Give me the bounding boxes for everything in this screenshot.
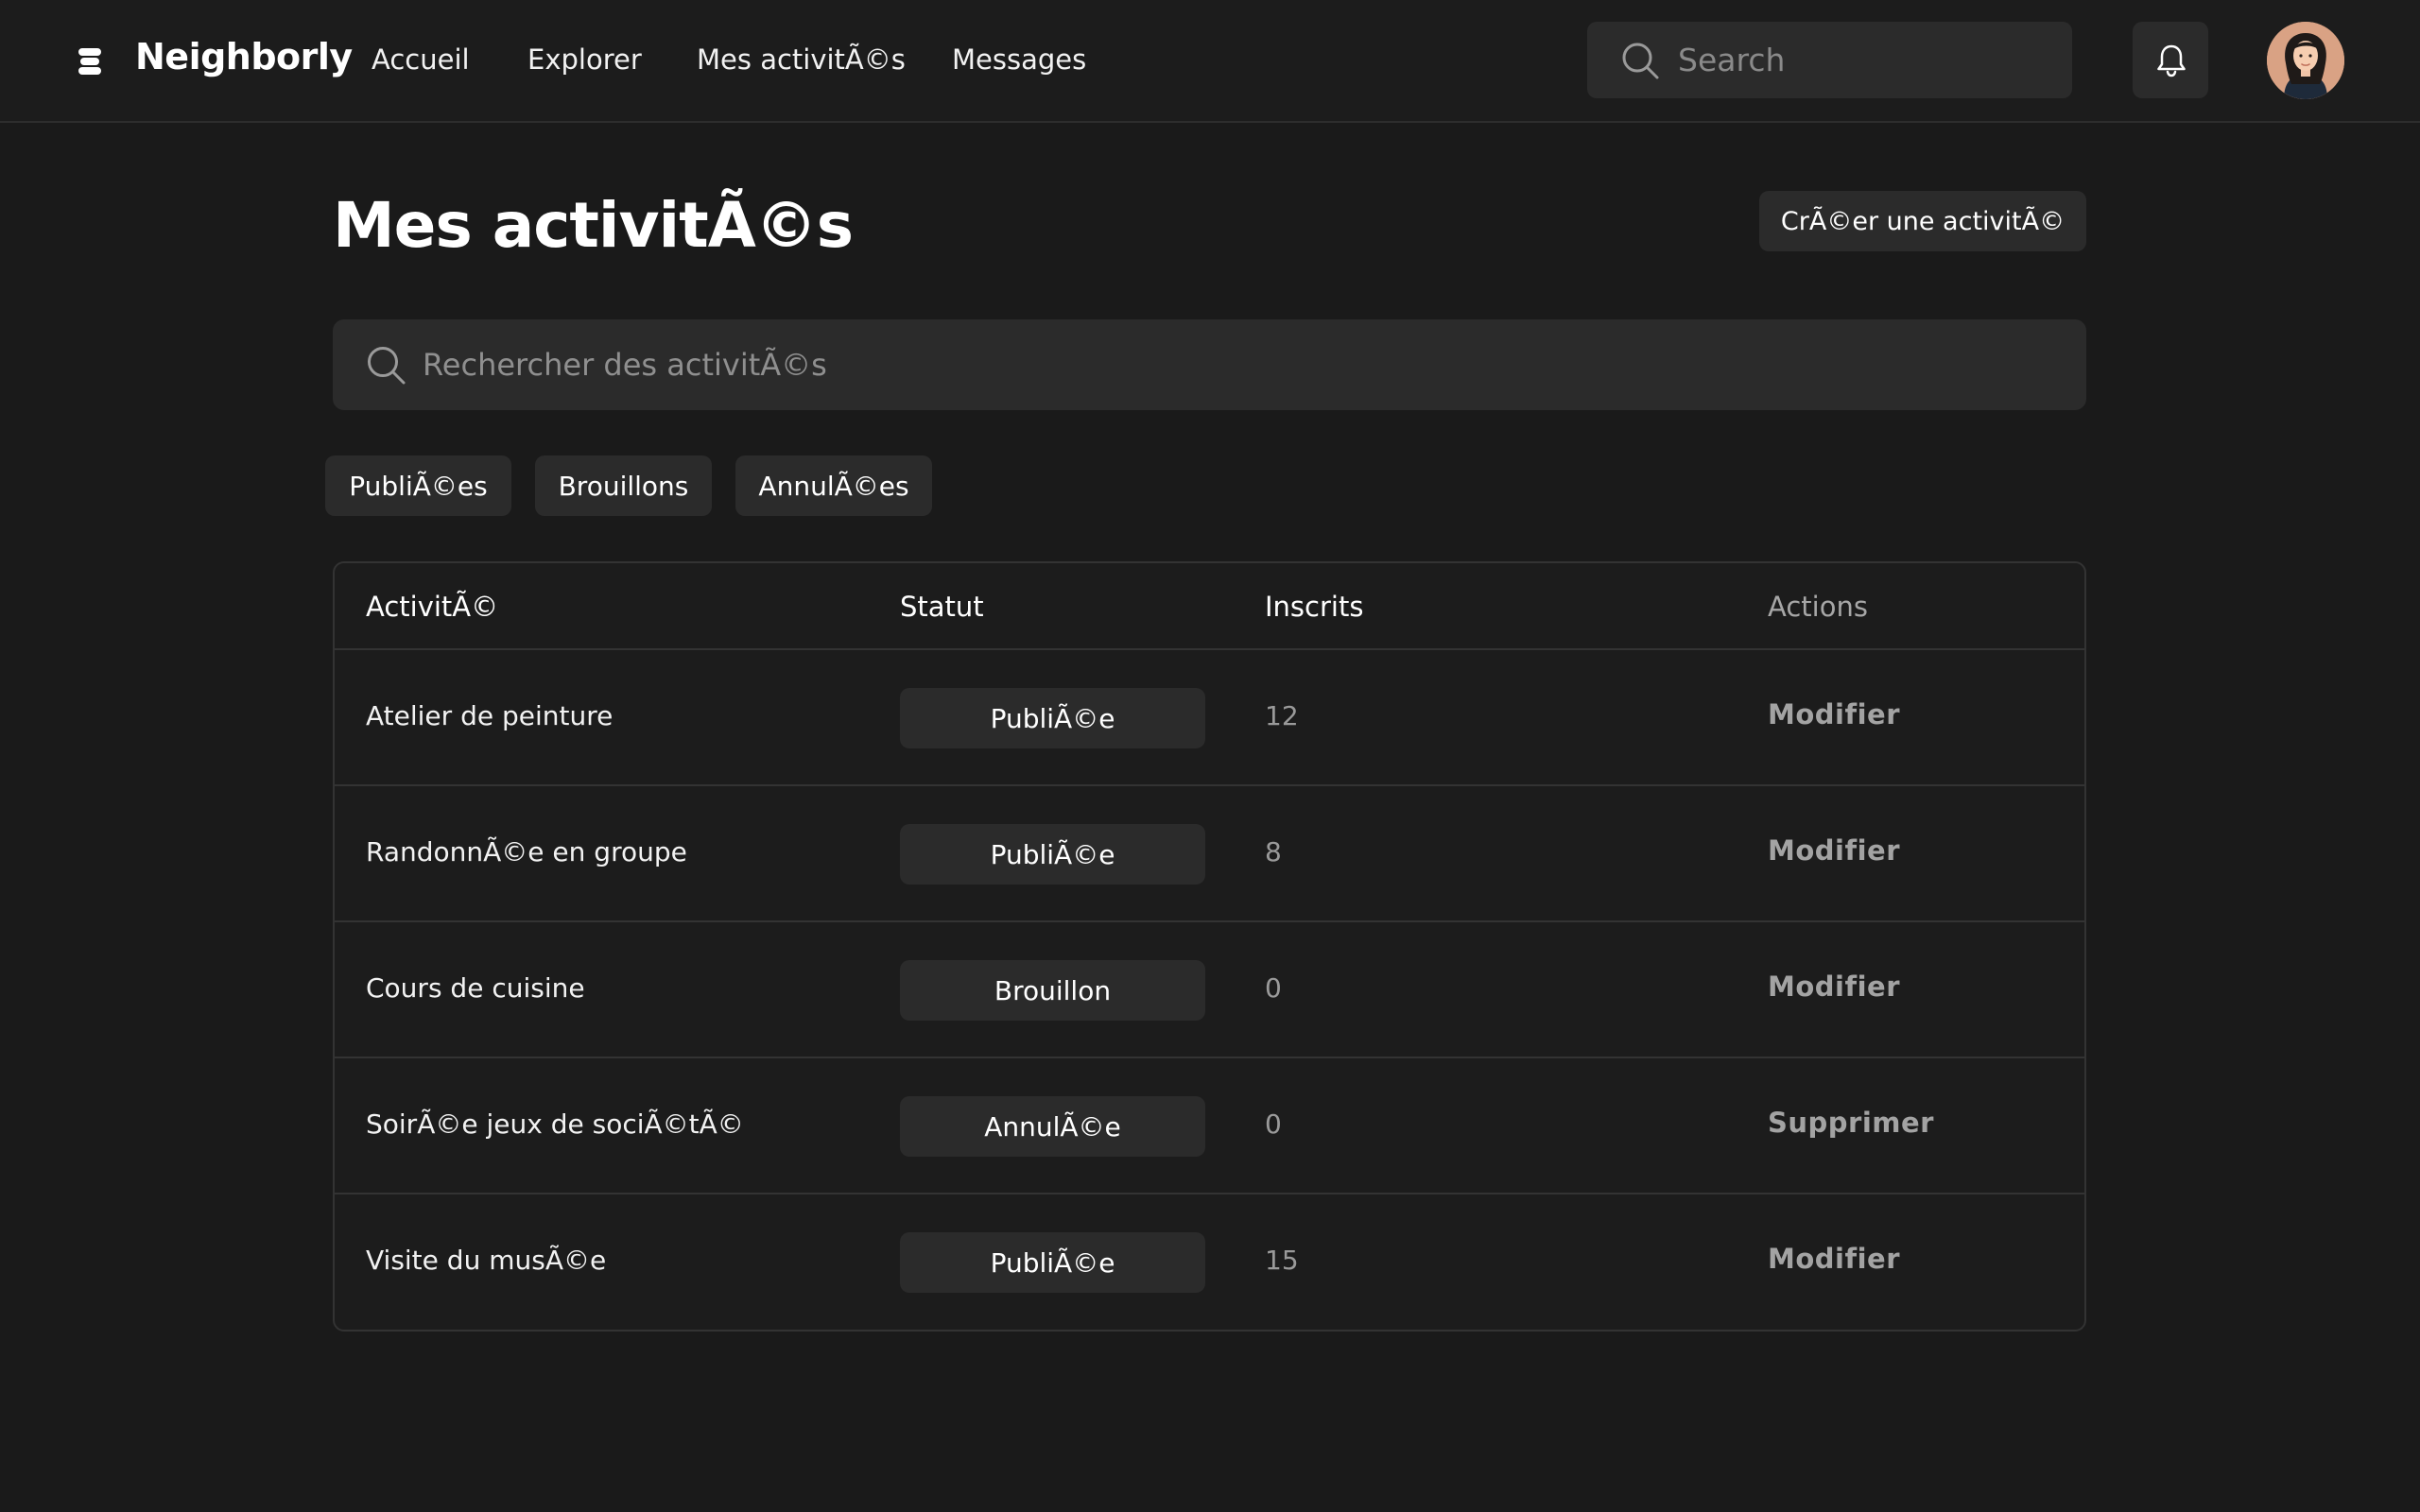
activity-name: Cours de cuisine — [366, 972, 585, 1004]
activity-name: SoirÃ©e jeux de sociÃ©tÃ© — [366, 1108, 744, 1140]
filter-chip-annulees[interactable]: AnnulÃ©es — [735, 455, 932, 516]
registered-count: 0 — [1265, 1108, 1282, 1140]
registered-count: 12 — [1265, 700, 1299, 731]
avatar-portrait — [2267, 22, 2344, 99]
column-header-status: Statut — [900, 591, 984, 623]
status-badge: AnnulÃ©e — [900, 1096, 1205, 1157]
activity-search-input[interactable] — [423, 319, 2030, 410]
nav-link-mes-activites[interactable]: Mes activitÃ©s — [697, 43, 906, 76]
layers-icon — [78, 48, 101, 75]
activity-name: Atelier de peinture — [366, 700, 614, 731]
delete-link[interactable]: Supprimer — [1768, 1107, 1934, 1139]
table-row: RandonnÃ©e en groupe PubliÃ©e 8 Modifier — [335, 786, 2084, 922]
table-header: ActivitÃ© Statut Inscrits Actions — [335, 563, 2084, 650]
registered-count: 0 — [1265, 972, 1282, 1004]
search-icon — [368, 347, 406, 385]
top-navigation-bar: Neighborly Accueil Explorer Mes activitÃ… — [0, 0, 2420, 123]
activity-name: RandonnÃ©e en groupe — [366, 836, 687, 868]
filter-chip-publiees[interactable]: PubliÃ©es — [325, 455, 511, 516]
create-activity-button[interactable]: CrÃ©er une activitÃ© — [1759, 191, 2086, 251]
status-badge: PubliÃ©e — [900, 688, 1205, 748]
filter-chip-brouillons[interactable]: Brouillons — [535, 455, 712, 516]
status-badge: PubliÃ©e — [900, 824, 1205, 885]
global-search — [1587, 22, 2072, 98]
edit-link[interactable]: Modifier — [1768, 698, 1900, 730]
table-row: Atelier de peinture PubliÃ©e 12 Modifier — [335, 650, 2084, 786]
nav-link-messages[interactable]: Messages — [952, 43, 1086, 76]
table-row: Visite du musÃ©e PubliÃ©e 15 Modifier — [335, 1194, 2084, 1330]
brand-name[interactable]: Neighborly — [135, 36, 353, 77]
edit-link[interactable]: Modifier — [1768, 971, 1900, 1003]
global-search-input[interactable] — [1678, 22, 2056, 98]
edit-link[interactable]: Modifier — [1768, 834, 1900, 867]
user-avatar[interactable] — [2267, 22, 2344, 99]
activity-name: Visite du musÃ©e — [366, 1245, 607, 1276]
nav-link-accueil[interactable]: Accueil — [372, 43, 470, 76]
column-header-registered: Inscrits — [1265, 591, 1364, 623]
edit-link[interactable]: Modifier — [1768, 1243, 1900, 1275]
column-header-activity: ActivitÃ© — [366, 591, 499, 623]
column-header-actions: Actions — [1768, 591, 1868, 623]
table-row: Cours de cuisine Brouillon 0 Modifier — [335, 922, 2084, 1058]
page-title: Mes activitÃ©s — [333, 189, 854, 262]
bell-icon — [2157, 44, 2186, 77]
nav-link-explorer[interactable]: Explorer — [527, 43, 642, 76]
activity-search — [333, 319, 2086, 410]
registered-count: 15 — [1265, 1245, 1299, 1276]
notifications-button[interactable] — [2133, 22, 2208, 98]
registered-count: 8 — [1265, 836, 1282, 868]
status-badge: Brouillon — [900, 960, 1205, 1021]
search-icon — [1622, 43, 1659, 79]
table-row: SoirÃ©e jeux de sociÃ©tÃ© AnnulÃ©e 0 Sup… — [335, 1058, 2084, 1194]
status-badge: PubliÃ©e — [900, 1232, 1205, 1293]
activities-table: ActivitÃ© Statut Inscrits Actions Atelie… — [333, 561, 2086, 1332]
